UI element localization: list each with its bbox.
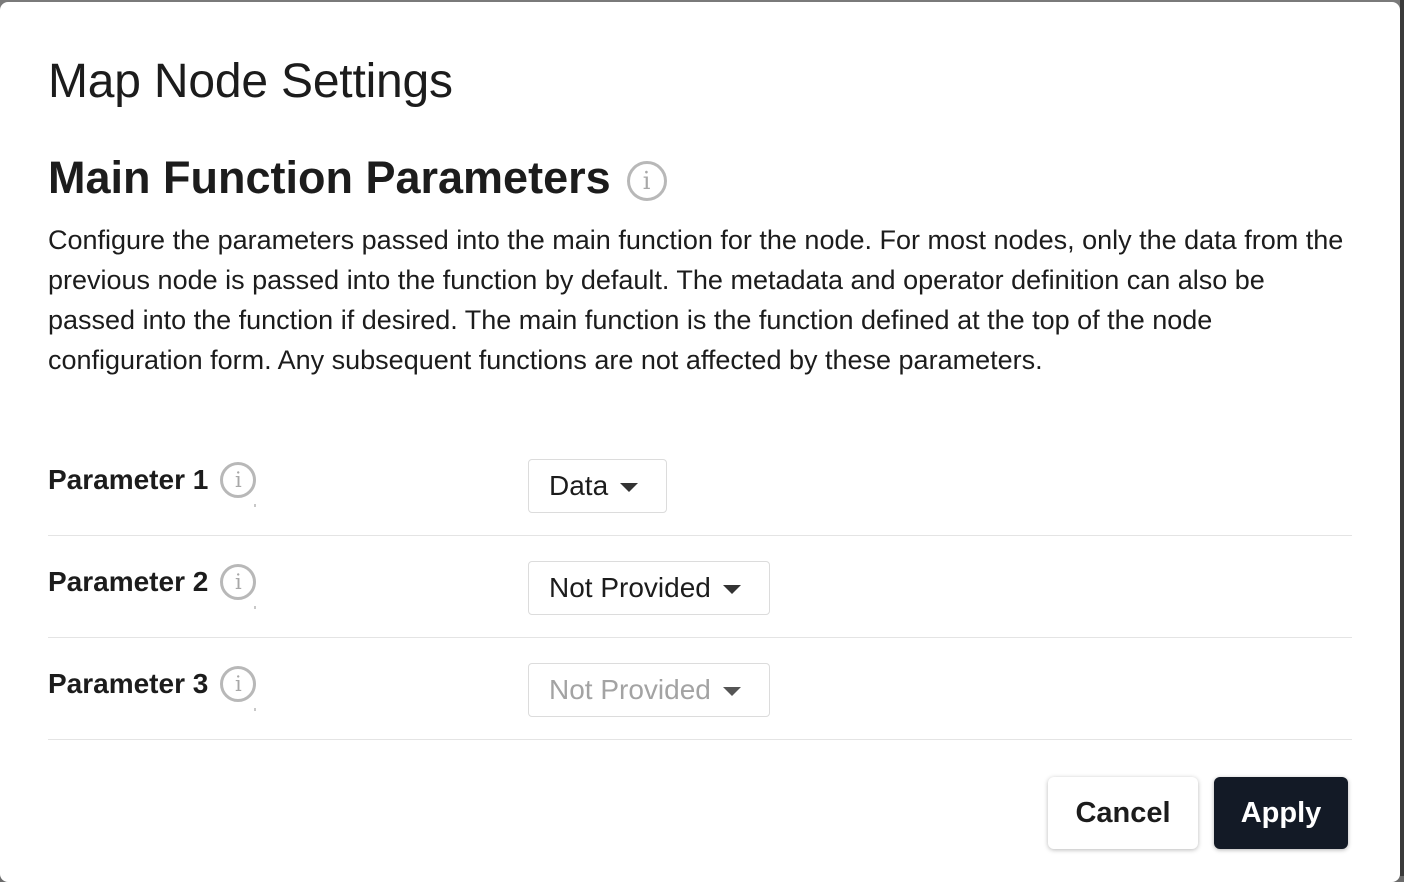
background-page-edge: [1400, 0, 1404, 876]
info-icon[interactable]: i: [220, 666, 257, 702]
parameter-1-select[interactable]: Data: [528, 459, 668, 513]
info-icon[interactable]: i: [626, 161, 667, 201]
parameter-label: Parameter 1: [48, 464, 209, 495]
resize-marker: [254, 504, 256, 507]
dialog-footer: Cancel Apply: [1048, 777, 1348, 849]
parameter-2-select[interactable]: Not Provided: [528, 561, 770, 615]
select-value: Data: [549, 470, 609, 501]
parameter-label: Parameter 2: [48, 566, 209, 597]
apply-button[interactable]: Apply: [1214, 777, 1348, 849]
caret-down-icon: [722, 686, 741, 696]
parameter-3-select: Not Provided: [528, 663, 770, 717]
parameter-row-2: Parameter 2 i Not Provided: [48, 536, 1352, 638]
section-heading: Main Function Parameters: [48, 152, 611, 203]
section-description: Configure the parameters passed into the…: [48, 225, 1344, 375]
parameter-label-group: Parameter 2 i: [48, 564, 257, 600]
parameter-label: Parameter 3: [48, 668, 209, 699]
parameter-row-3: Parameter 3 i Not Provided: [48, 638, 1352, 740]
select-value: Not Provided: [549, 674, 711, 705]
cancel-button[interactable]: Cancel: [1048, 777, 1198, 849]
map-node-settings-dialog: Map Node Settings Main Function Paramete…: [0, 2, 1400, 882]
parameter-row-1: Parameter 1 i Data: [48, 434, 1352, 536]
parameter-label-group: Parameter 1 i: [48, 462, 257, 498]
section-heading-row: Main Function Parameters i: [48, 152, 667, 204]
parameter-label-group: Parameter 3 i: [48, 666, 257, 702]
caret-down-icon: [620, 482, 639, 492]
parameters-list: Parameter 1 i Data Parameter 2 i Not Pro…: [48, 434, 1352, 740]
resize-marker: [254, 708, 256, 711]
dialog-title: Map Node Settings: [48, 55, 453, 108]
caret-down-icon: [722, 584, 741, 594]
info-icon[interactable]: i: [220, 462, 257, 498]
resize-marker: [254, 606, 256, 609]
select-value: Not Provided: [549, 572, 711, 603]
info-icon[interactable]: i: [220, 564, 257, 600]
